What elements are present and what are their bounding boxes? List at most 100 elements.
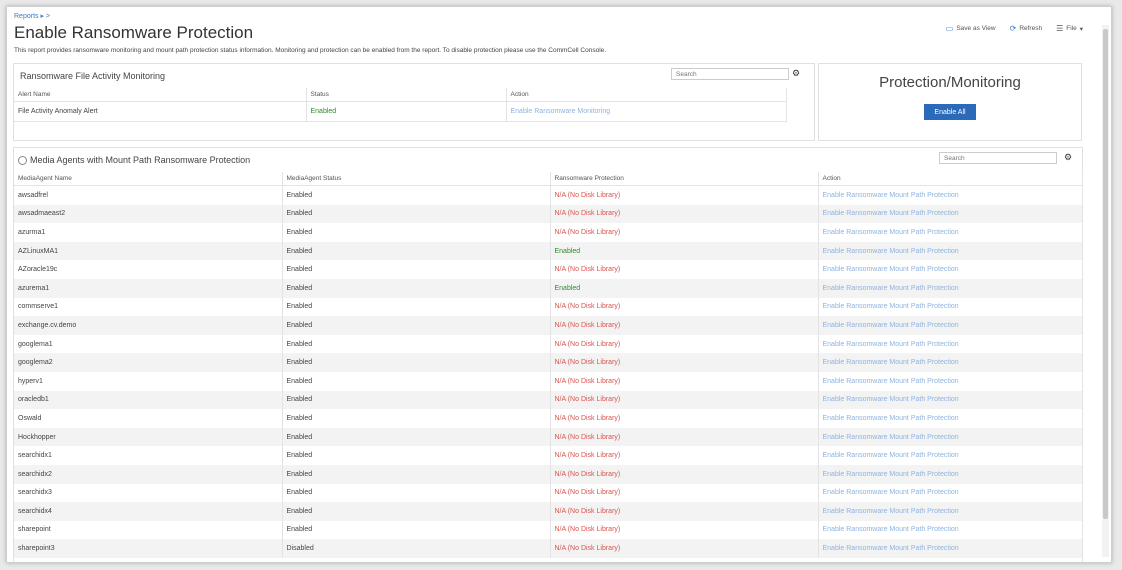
mediaagent-name-cell: exchange.cv.demo	[14, 316, 283, 335]
column-header-action[interactable]: Action	[506, 88, 787, 102]
mediaagent-name-cell: AZLinuxMA1	[14, 241, 283, 261]
mediaagent-name-cell: Hockhopper	[14, 427, 283, 447]
menu-icon: ☰	[1056, 24, 1064, 33]
mediaagent-name-cell: searchidx1	[14, 446, 283, 465]
mediaagent-status-cell: Enabled	[282, 483, 551, 503]
enable-mount-path-protection-link[interactable]: Enable Ransomware Mount Path Protection	[818, 446, 1083, 465]
table-row: hyperv1 Enabled N/A (No Disk Library) Enabl…	[14, 371, 1083, 391]
enable-mount-path-protection-link[interactable]: Enable Ransomware Mount Path Protection	[818, 316, 1083, 335]
ransomware-protection-cell: N/A (No Disk Library)	[550, 390, 819, 410]
save-as-view-label: Save as View	[956, 25, 996, 32]
column-header-mediaagent-name[interactable]: MediaAgent Name	[14, 172, 283, 186]
file-label: File	[1066, 25, 1077, 32]
scrollbar-thumb[interactable]	[1103, 29, 1108, 519]
table-row: AZoracle19c Enabled N/A (No Disk Library) E…	[14, 260, 1083, 279]
media-agents-table: MediaAgent Name MediaAgent Status Ransom…	[14, 172, 1083, 558]
enable-mount-path-protection-link[interactable]: Enable Ransomware Mount Path Protection	[818, 278, 1083, 298]
table-row: commserve1 Enabled N/A (No Disk Library) En…	[14, 297, 1083, 317]
enable-mount-path-protection-link[interactable]: Enable Ransomware Mount Path Protection	[818, 185, 1083, 205]
enable-mount-path-protection-link[interactable]: Enable Ransomware Mount Path Protection	[818, 502, 1083, 521]
file-activity-table: Alert Name Status Action File Activity A…	[14, 88, 787, 122]
table-row: googlema1 Enabled N/A (No Disk Library) Ena…	[14, 334, 1083, 354]
page-title: Enable Ransomware Protection	[14, 23, 254, 42]
table-row: azurema1 Enabled Enabled Enable Ransomware …	[14, 278, 1083, 298]
column-header-mediaagent-status[interactable]: MediaAgent Status	[282, 172, 551, 186]
collapse-toggle-icon[interactable]	[18, 156, 27, 166]
mediaagent-status-cell: Enabled	[282, 446, 551, 465]
ransomware-protection-cell: N/A (No Disk Library)	[550, 185, 819, 205]
refresh-icon: ⟳	[1009, 24, 1017, 33]
gear-icon[interactable]: ⚙	[792, 68, 800, 79]
mediaagent-status-cell: Enabled	[282, 260, 551, 279]
enable-mount-path-protection-link[interactable]: Enable Ransomware Mount Path Protection	[818, 353, 1083, 372]
ransomware-protection-cell: N/A (No Disk Library)	[550, 297, 819, 317]
ransomware-protection-cell: N/A (No Disk Library)	[550, 446, 819, 465]
mediaagent-name-cell: oracledb1	[14, 390, 283, 410]
breadcrumb[interactable]: Reports ▸ >	[14, 12, 50, 20]
vertical-scrollbar[interactable]	[1102, 25, 1109, 557]
report-window: Reports ▸ > Enable Ransomware Protection…	[6, 6, 1112, 563]
enable-mount-path-protection-link[interactable]: Enable Ransomware Mount Path Protection	[818, 427, 1083, 447]
column-header-alert-name[interactable]: Alert Name	[14, 88, 307, 102]
enable-mount-path-protection-link[interactable]: Enable Ransomware Mount Path Protection	[818, 409, 1083, 428]
mediaagent-name-cell: searchidx4	[14, 502, 283, 521]
ransomware-protection-cell: N/A (No Disk Library)	[550, 223, 819, 242]
column-header-ransomware-protection[interactable]: Ransomware Protection	[550, 172, 819, 186]
mediaagent-status-cell: Enabled	[282, 427, 551, 447]
media-agents-panel: Media Agents with Mount Path Ransomware …	[13, 147, 1083, 562]
ransomware-protection-cell: N/A (No Disk Library)	[550, 260, 819, 279]
column-header-status[interactable]: Status	[306, 88, 507, 102]
enable-all-button[interactable]: Enable All	[924, 104, 976, 120]
mediaagent-status-cell: Enabled	[282, 316, 551, 335]
refresh-button[interactable]: ⟳ Refresh	[1010, 24, 1042, 33]
enable-mount-path-protection-link[interactable]: Enable Ransomware Mount Path Protection	[818, 223, 1083, 242]
enable-mount-path-protection-link[interactable]: Enable Ransomware Mount Path Protection	[818, 260, 1083, 279]
enable-mount-path-protection-link[interactable]: Enable Ransomware Mount Path Protection	[818, 390, 1083, 410]
mediaagent-name-cell: searchidx2	[14, 464, 283, 484]
enable-mount-path-protection-link[interactable]: Enable Ransomware Mount Path Protection	[818, 539, 1083, 558]
save-view-icon: ▭	[945, 24, 954, 33]
enable-mount-path-protection-link[interactable]: Enable Ransomware Mount Path Protection	[818, 241, 1083, 261]
media-agents-search-input[interactable]	[939, 152, 1057, 164]
save-as-view-button[interactable]: ▭ Save as View	[946, 24, 996, 33]
column-header-action[interactable]: Action	[818, 172, 1083, 186]
table-header-row: Alert Name Status Action	[14, 88, 787, 102]
mediaagent-status-cell: Enabled	[282, 278, 551, 298]
enable-mount-path-protection-link[interactable]: Enable Ransomware Mount Path Protection	[818, 204, 1083, 224]
alert-status-cell: Enabled	[306, 101, 507, 122]
enable-monitoring-link[interactable]: Enable Ransomware Monitoring	[506, 101, 787, 122]
file-activity-search-input[interactable]	[671, 68, 789, 80]
table-row: awsadfrel Enabled N/A (No Disk Library) Ena…	[14, 185, 1083, 205]
enable-mount-path-protection-link[interactable]: Enable Ransomware Mount Path Protection	[818, 371, 1083, 391]
file-menu-button[interactable]: ☰ File ▾	[1056, 24, 1083, 33]
gear-icon[interactable]: ⚙	[1064, 152, 1072, 163]
enable-mount-path-protection-link[interactable]: Enable Ransomware Mount Path Protection	[818, 297, 1083, 317]
table-row: sharepoint Enabled N/A (No Disk Library) En…	[14, 520, 1083, 540]
mediaagent-status-cell: Enabled	[282, 502, 551, 521]
enable-mount-path-protection-link[interactable]: Enable Ransomware Mount Path Protection	[818, 483, 1083, 503]
mediaagent-name-cell: Oswald	[14, 409, 283, 428]
table-row: azurma1 Enabled N/A (No Disk Library) Enabl…	[14, 223, 1083, 242]
table-row: searchidx1 Enabled N/A (No Disk Library) En…	[14, 446, 1083, 465]
enable-mount-path-protection-link[interactable]: Enable Ransomware Mount Path Protection	[818, 334, 1083, 354]
table-row: sharepoint3 Disabled N/A (No Disk Library)…	[14, 539, 1083, 558]
media-agents-title: Media Agents with Mount Path Ransomware …	[30, 155, 251, 165]
mediaagent-name-cell: azurema1	[14, 278, 283, 298]
ransomware-protection-cell: Enabled	[550, 278, 819, 298]
mediaagent-status-cell: Enabled	[282, 241, 551, 261]
enable-mount-path-protection-link[interactable]: Enable Ransomware Mount Path Protection	[818, 520, 1083, 540]
enable-mount-path-protection-link[interactable]: Enable Ransomware Mount Path Protection	[818, 464, 1083, 484]
mediaagent-name-cell: awsadmaeast2	[14, 204, 283, 224]
ransomware-protection-cell: N/A (No Disk Library)	[550, 483, 819, 503]
table-row: awsadmaeast2 Enabled N/A (No Disk Library)…	[14, 204, 1083, 224]
table-row: googlema2 Enabled N/A (No Disk Library) Ena…	[14, 353, 1083, 372]
ransomware-protection-cell: N/A (No Disk Library)	[550, 427, 819, 447]
table-header-row: MediaAgent Name MediaAgent Status Ransom…	[14, 172, 1083, 186]
mediaagent-name-cell: sharepoint3	[14, 539, 283, 558]
mediaagent-status-cell: Enabled	[282, 297, 551, 317]
table-row: Hockhopper Enabled N/A (No Disk Library) En…	[14, 427, 1083, 447]
table-row: searchidx2 Enabled N/A (No Disk Library) En…	[14, 464, 1083, 484]
mediaagent-status-cell: Enabled	[282, 371, 551, 391]
ransomware-protection-cell: N/A (No Disk Library)	[550, 502, 819, 521]
mediaagent-name-cell: hyperv1	[14, 371, 283, 391]
